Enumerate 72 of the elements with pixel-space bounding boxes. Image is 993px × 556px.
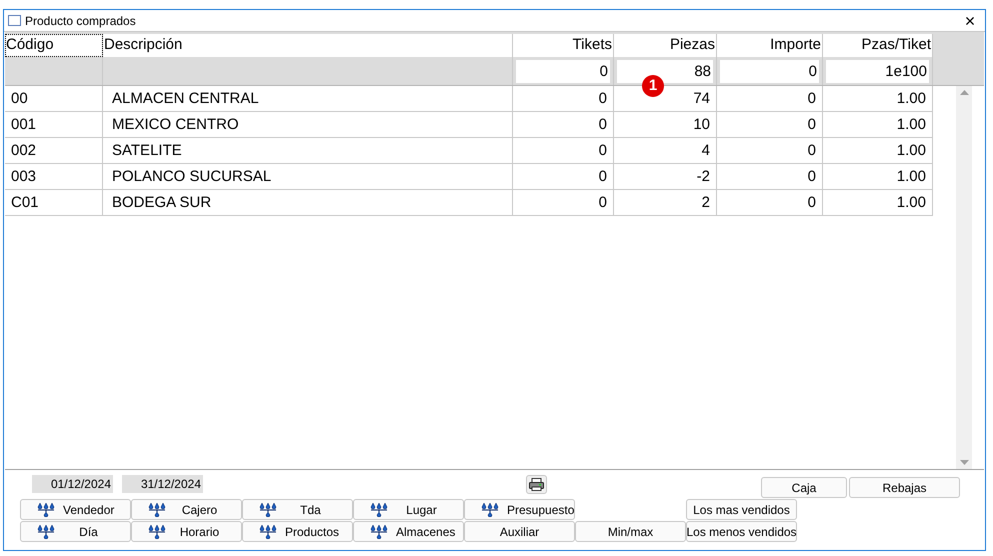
drops-icon bbox=[259, 502, 277, 516]
rebajas-button[interactable]: Rebajas bbox=[849, 477, 960, 498]
table-cell: 2 bbox=[614, 190, 717, 215]
table-cell: 1.00 bbox=[823, 138, 933, 163]
table-cell: 001 bbox=[5, 112, 103, 137]
option-button[interactable]: Tda bbox=[242, 499, 353, 520]
table-cell: 10 bbox=[614, 112, 717, 137]
table-cell: 0 bbox=[717, 86, 823, 111]
window-title: Producto comprados bbox=[25, 12, 137, 30]
drops-icon bbox=[37, 502, 55, 516]
column-header[interactable]: Piezas bbox=[614, 34, 717, 57]
window-icon bbox=[8, 15, 21, 26]
table-cell: SATELITE bbox=[103, 138, 513, 163]
option-button[interactable]: Los mas vendidos bbox=[686, 499, 797, 520]
drops-icon bbox=[259, 524, 277, 538]
table-cell: 00 bbox=[5, 86, 103, 111]
scroll-down-icon[interactable] bbox=[960, 460, 968, 465]
option-button[interactable]: Presupuesto bbox=[464, 499, 575, 520]
table-cell: 0 bbox=[717, 190, 823, 215]
caja-button[interactable]: Caja bbox=[761, 477, 847, 498]
total-field: 1e100 bbox=[826, 60, 929, 82]
option-button[interactable]: Productos bbox=[242, 521, 353, 542]
option-button[interactable]: Vendedor bbox=[20, 499, 131, 520]
table-cell: MEXICO CENTRO bbox=[103, 112, 513, 137]
table-cell: ALMACEN CENTRAL bbox=[103, 86, 513, 111]
table-cell: 0 bbox=[513, 164, 614, 189]
table-cell: 0 bbox=[717, 138, 823, 163]
drops-icon bbox=[37, 524, 55, 538]
table-cell: 1.00 bbox=[823, 86, 933, 111]
column-header[interactable]: Importe bbox=[717, 34, 823, 57]
table-cell: -2 bbox=[614, 164, 717, 189]
option-button[interactable]: Min/max bbox=[575, 521, 686, 542]
table-cell: 002 bbox=[5, 138, 103, 163]
drops-icon bbox=[481, 502, 499, 516]
column-header[interactable]: Tikets bbox=[513, 34, 614, 57]
drops-icon bbox=[370, 502, 388, 516]
option-button[interactable]: Horario bbox=[131, 521, 242, 542]
table-cell: 0 bbox=[513, 112, 614, 137]
total-field: 0 bbox=[720, 60, 819, 82]
table-cell: BODEGA SUR bbox=[103, 190, 513, 215]
table-cell: 0 bbox=[513, 86, 614, 111]
table-cell: 1.00 bbox=[823, 190, 933, 215]
drops-icon bbox=[148, 524, 166, 538]
table-cell: 0 bbox=[717, 112, 823, 137]
table-cell: 4 bbox=[614, 138, 717, 163]
option-button[interactable]: Día bbox=[20, 521, 131, 542]
date-field[interactable]: 31/12/2024 bbox=[122, 475, 203, 493]
close-button[interactable]: × bbox=[959, 12, 981, 30]
column-header[interactable]: Descripción bbox=[103, 34, 513, 57]
scrollbar[interactable] bbox=[956, 86, 972, 469]
scroll-up-icon[interactable] bbox=[960, 90, 968, 95]
table-cell: 0 bbox=[513, 190, 614, 215]
column-header[interactable]: Pzas/Tiket bbox=[823, 34, 933, 57]
table-cell: 1.00 bbox=[823, 164, 933, 189]
date-field[interactable]: 01/12/2024 bbox=[32, 475, 113, 493]
option-button[interactable]: Cajero bbox=[131, 499, 242, 520]
table-cell: C01 bbox=[5, 190, 103, 215]
table-cell: 003 bbox=[5, 164, 103, 189]
option-button[interactable]: Los menos vendidos bbox=[686, 521, 797, 542]
option-button[interactable]: Lugar bbox=[353, 499, 464, 520]
total-field: 0 bbox=[516, 60, 610, 82]
column-header[interactable]: Código bbox=[5, 34, 103, 57]
drops-icon bbox=[148, 502, 166, 516]
option-button[interactable]: Auxiliar bbox=[464, 521, 575, 542]
table-cell: 0 bbox=[513, 138, 614, 163]
printer-icon bbox=[529, 478, 544, 490]
table-cell: POLANCO SUCURSAL bbox=[103, 164, 513, 189]
table-cell: 1.00 bbox=[823, 112, 933, 137]
option-button[interactable]: Almacenes bbox=[353, 521, 464, 542]
table-cell: 0 bbox=[717, 164, 823, 189]
drops-icon bbox=[370, 524, 388, 538]
print-button[interactable] bbox=[526, 474, 547, 494]
